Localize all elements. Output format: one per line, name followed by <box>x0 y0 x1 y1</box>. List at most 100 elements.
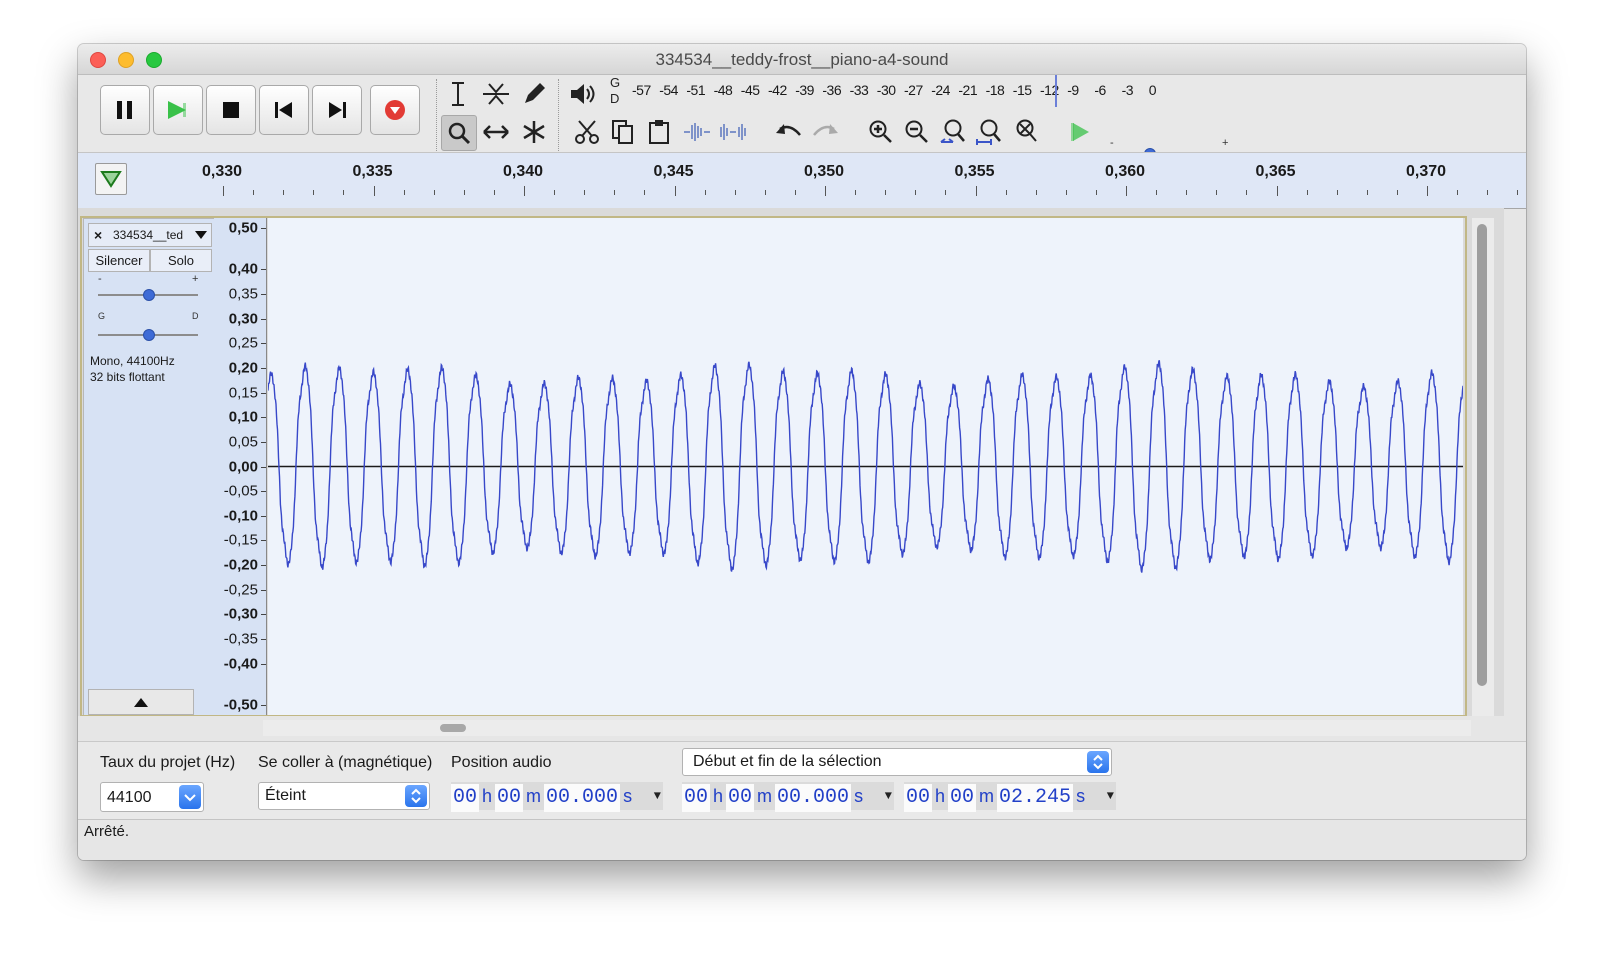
skip-to-end-button[interactable] <box>312 85 362 135</box>
amplitude-ruler[interactable]: 0,50 0,40 0,35 0,30 0,25 0,20 0,15 0,10 0,05 0,00… <box>214 218 267 716</box>
meter-tick-label: -3 <box>1121 82 1134 98</box>
selection-mode-select[interactable]: Début et fin de la sélection <box>682 748 1112 776</box>
speaker-button[interactable] <box>566 77 600 111</box>
audio-position-time[interactable]: 00 h 00 m 00.000 s ▼ <box>451 782 663 812</box>
time-format-caret-icon[interactable]: ▼ <box>1107 782 1114 810</box>
title-bar: 334534__teddy-frost__piano-a4-sound <box>78 44 1526 75</box>
timeline-tick <box>1366 190 1368 195</box>
selection-start-seconds[interactable]: 00.000 <box>775 784 852 812</box>
zoom-out-button[interactable] <box>900 115 934 149</box>
audio-position-hours[interactable]: 00 <box>451 784 480 812</box>
collapse-track-button[interactable] <box>88 689 194 715</box>
trim-audio-button[interactable] <box>680 115 714 149</box>
horizontal-scrollbar-thumb[interactable] <box>440 724 466 732</box>
hours-unit: h <box>482 786 493 806</box>
zoom-tool[interactable] <box>441 115 477 151</box>
meter-tick-label: -45 <box>740 82 760 98</box>
time-format-caret-icon[interactable]: ▼ <box>654 782 661 810</box>
timeline-tick <box>493 190 495 195</box>
record-button[interactable] <box>370 85 420 135</box>
track-name[interactable]: 334534__ted <box>113 224 183 246</box>
selection-end-seconds[interactable]: 02.245 <box>997 784 1074 812</box>
track-name-bar[interactable]: × 334534__ted <box>88 223 212 247</box>
mute-button[interactable]: Silencer <box>88 249 150 272</box>
track-format-info: Mono, 44100Hz <box>90 354 175 368</box>
snap-to-dropdown-button[interactable] <box>405 785 427 807</box>
vertical-scrollbar-thumb[interactable] <box>1477 224 1487 686</box>
play-button[interactable] <box>153 85 203 135</box>
vertical-scrollbar[interactable] <box>1472 218 1494 716</box>
amplitude-label: 0,50 <box>228 219 258 237</box>
snap-to-select[interactable]: Éteint <box>258 782 430 810</box>
meter-tick-label: -39 <box>795 82 814 98</box>
horizontal-scrollbar[interactable] <box>78 716 1504 740</box>
pan-slider[interactable] <box>98 329 198 341</box>
asterisk-icon <box>523 121 545 143</box>
timeline-options-button[interactable] <box>95 163 127 195</box>
selection-start-minutes[interactable]: 00 <box>726 784 755 812</box>
stop-button[interactable] <box>206 85 256 135</box>
play-at-speed-button[interactable] <box>1064 115 1098 149</box>
timeline-tick <box>313 190 315 195</box>
silence-audio-button[interactable] <box>716 115 750 149</box>
close-track-icon[interactable]: × <box>94 224 102 246</box>
project-rate-value[interactable]: 44100 <box>107 789 152 806</box>
skip-to-start-button[interactable] <box>259 85 309 135</box>
amplitude-tick <box>261 491 266 493</box>
meter-tick-label: -21 <box>958 82 978 98</box>
selection-start-time[interactable]: 00 h 00 m 00.000 s ▼ <box>682 782 894 812</box>
pan-slider-thumb[interactable] <box>143 329 155 341</box>
selection-end-hours[interactable]: 00 <box>904 784 933 812</box>
selection-mode-dropdown-button[interactable] <box>1087 751 1109 773</box>
fit-selection-button[interactable] <box>936 115 970 149</box>
stop-icon <box>223 102 239 118</box>
selection-mode-value[interactable]: Début et fin de la sélection <box>693 753 882 770</box>
zoom-in-button[interactable] <box>864 115 898 149</box>
redo-button[interactable] <box>808 115 842 149</box>
selection-end-time[interactable]: 00 h 00 m 02.245 s ▼ <box>904 782 1116 812</box>
timeline-ruler[interactable]: 0,330 0,335 0,340 0,345 0,350 0,355 0,360 0,365… <box>78 152 1526 209</box>
timeline-tick <box>1427 186 1428 196</box>
paste-button[interactable] <box>642 115 676 149</box>
solo-button[interactable]: Solo <box>150 249 212 272</box>
selection-tool[interactable] <box>441 77 475 111</box>
playback-meter[interactable]: G D -57 -54 -51 -48 -45 -42 -39 -36 -33 -30 -27 -24… <box>610 75 1170 107</box>
time-shift-tool[interactable] <box>479 115 513 149</box>
timeline-tick <box>1156 190 1158 195</box>
selection-end-minutes[interactable]: 00 <box>948 784 977 812</box>
copy-button[interactable] <box>606 115 640 149</box>
waveform-view[interactable] <box>267 218 1464 715</box>
amplitude-label: -0,05 <box>223 482 258 500</box>
time-format-caret-icon[interactable]: ▼ <box>885 782 892 810</box>
track-menu-caret-icon[interactable] <box>195 230 207 240</box>
amplitude-label: 0,05 <box>228 433 258 451</box>
toolbar-grip[interactable] <box>436 79 440 151</box>
amplitude-tick <box>261 705 266 706</box>
timeline-label: 0,370 <box>1406 163 1447 180</box>
project-rate-combo[interactable]: 44100 <box>100 782 204 812</box>
window-title: 334534__teddy-frost__piano-a4-sound <box>655 50 949 69</box>
gain-slider-thumb[interactable] <box>143 289 155 301</box>
draw-tool[interactable] <box>517 77 551 111</box>
project-rate-dropdown-button[interactable] <box>179 785 201 809</box>
undo-button[interactable] <box>772 115 806 149</box>
timeline-label: 0,335 <box>352 163 393 180</box>
audio-position-minutes[interactable]: 00 <box>495 784 524 812</box>
zoom-toggle-button[interactable] <box>1008 115 1042 149</box>
gain-slider[interactable] <box>98 289 198 301</box>
timeline-tick <box>584 190 586 195</box>
amplitude-tick <box>261 367 266 369</box>
pause-button[interactable] <box>100 85 150 135</box>
timeline-tick <box>975 186 977 196</box>
cut-button[interactable] <box>570 115 604 149</box>
fit-project-button[interactable] <box>972 115 1006 149</box>
snap-to-value[interactable]: Éteint <box>265 787 306 804</box>
amplitude-tick <box>261 269 266 271</box>
selection-start-hours[interactable]: 00 <box>682 784 711 812</box>
speed-minus-label: - <box>1110 137 1114 149</box>
record-icon <box>385 100 405 120</box>
envelope-tool[interactable] <box>479 77 513 111</box>
audio-position-seconds[interactable]: 00.000 <box>544 784 621 812</box>
timeline-tick <box>524 186 525 196</box>
multi-tool[interactable] <box>517 115 551 149</box>
